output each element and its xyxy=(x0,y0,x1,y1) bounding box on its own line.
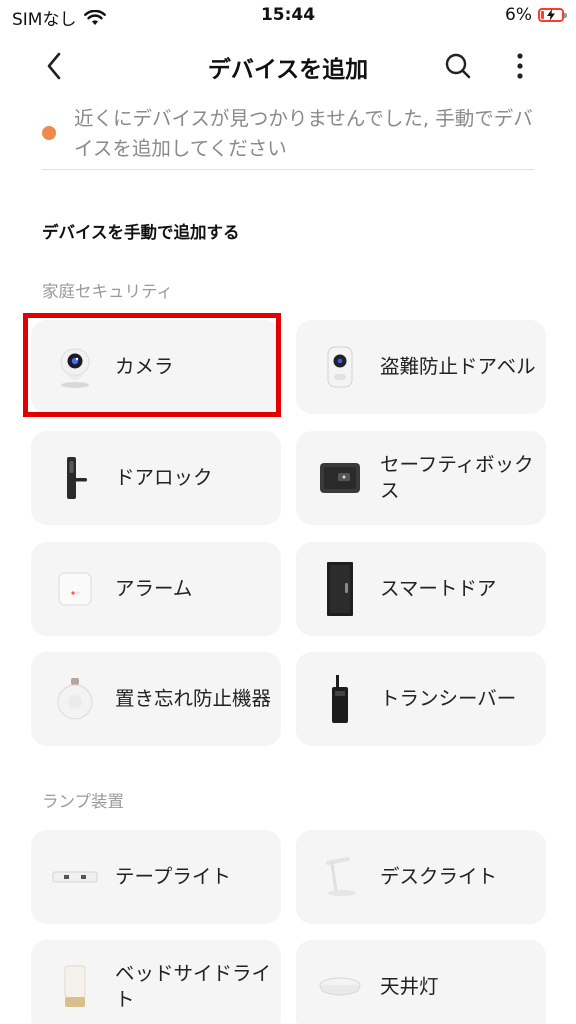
battery-charging-icon xyxy=(538,8,567,22)
desk-lamp-icon xyxy=(316,853,364,901)
status-bar: SIMなし 15:44 6% xyxy=(0,0,576,32)
search-button[interactable] xyxy=(440,48,476,84)
walkie-talkie-icon xyxy=(316,675,364,723)
tape-light-icon xyxy=(51,853,99,901)
device-card-desk-lamp[interactable]: デスクライト xyxy=(296,830,546,924)
device-card-safe-box[interactable]: セーフティボックス xyxy=(296,431,546,525)
card-label: カメラ xyxy=(115,355,174,378)
battery-indicator: 6% xyxy=(505,5,567,25)
card-label: 置き忘れ防止機器 xyxy=(115,687,272,710)
page-title: デバイスを追加 xyxy=(207,57,369,83)
device-card-tape-light[interactable]: テープライト xyxy=(31,830,281,924)
card-label: セーフティボックス xyxy=(380,453,534,502)
card-label: デスクライト xyxy=(380,865,498,888)
smart-door-icon xyxy=(316,562,364,616)
card-label: 天井灯 xyxy=(380,975,439,998)
notice-text: 近くにデバイスが見つかりませんでした, 手動でデバイスを追加してください xyxy=(74,107,533,160)
status-time: 15:44 xyxy=(260,5,316,25)
ceiling-light-icon xyxy=(316,963,364,1011)
anti-lost-tracker-icon xyxy=(51,675,99,723)
card-label: アラーム xyxy=(115,577,193,600)
manual-add-heading: デバイスを手動で追加する xyxy=(42,223,240,242)
device-card-camera[interactable]: カメラ xyxy=(31,320,281,414)
section-label-lamps: ランプ装置 xyxy=(42,792,125,811)
battery-percent: 6% xyxy=(505,5,532,25)
device-card-smart-door[interactable]: スマートドア xyxy=(296,542,546,636)
card-label: スマートドア xyxy=(380,577,497,600)
more-options-button[interactable] xyxy=(504,48,536,84)
device-card-walkie-talkie[interactable]: トランシーバー xyxy=(296,652,546,746)
card-label: ベッドサイドライト xyxy=(115,962,272,1011)
card-label: 盗難防止ドアベル xyxy=(380,355,536,378)
device-card-doorbell[interactable]: 盗難防止ドアベル xyxy=(296,320,546,414)
safe-box-icon xyxy=(316,454,364,502)
alarm-icon xyxy=(51,565,99,613)
device-card-alarm[interactable]: アラーム xyxy=(31,542,281,636)
device-card-anti-lost[interactable]: 置き忘れ防止機器 xyxy=(31,652,281,746)
device-card-bedside-lamp[interactable]: ベッドサイドライト xyxy=(31,940,281,1024)
status-dot-icon xyxy=(42,126,56,140)
bedside-lamp-icon xyxy=(51,963,99,1011)
door-lock-icon xyxy=(51,454,99,502)
card-label: ドアロック xyxy=(115,466,213,489)
doorbell-icon xyxy=(316,343,364,391)
nav-header: デバイスを追加 xyxy=(0,38,576,94)
card-label: テープライト xyxy=(115,865,231,888)
card-label: トランシーバー xyxy=(380,687,517,710)
camera-icon xyxy=(51,343,99,391)
device-card-door-lock[interactable]: ドアロック xyxy=(31,431,281,525)
device-card-ceiling-light[interactable]: 天井灯 xyxy=(296,940,546,1024)
search-icon xyxy=(445,53,471,79)
section-label-security: 家庭セキュリティ xyxy=(42,282,174,301)
more-vertical-icon xyxy=(517,53,523,79)
no-device-notice: 近くにデバイスが見つかりませんでした, 手動でデバイスを追加してください xyxy=(42,100,534,170)
